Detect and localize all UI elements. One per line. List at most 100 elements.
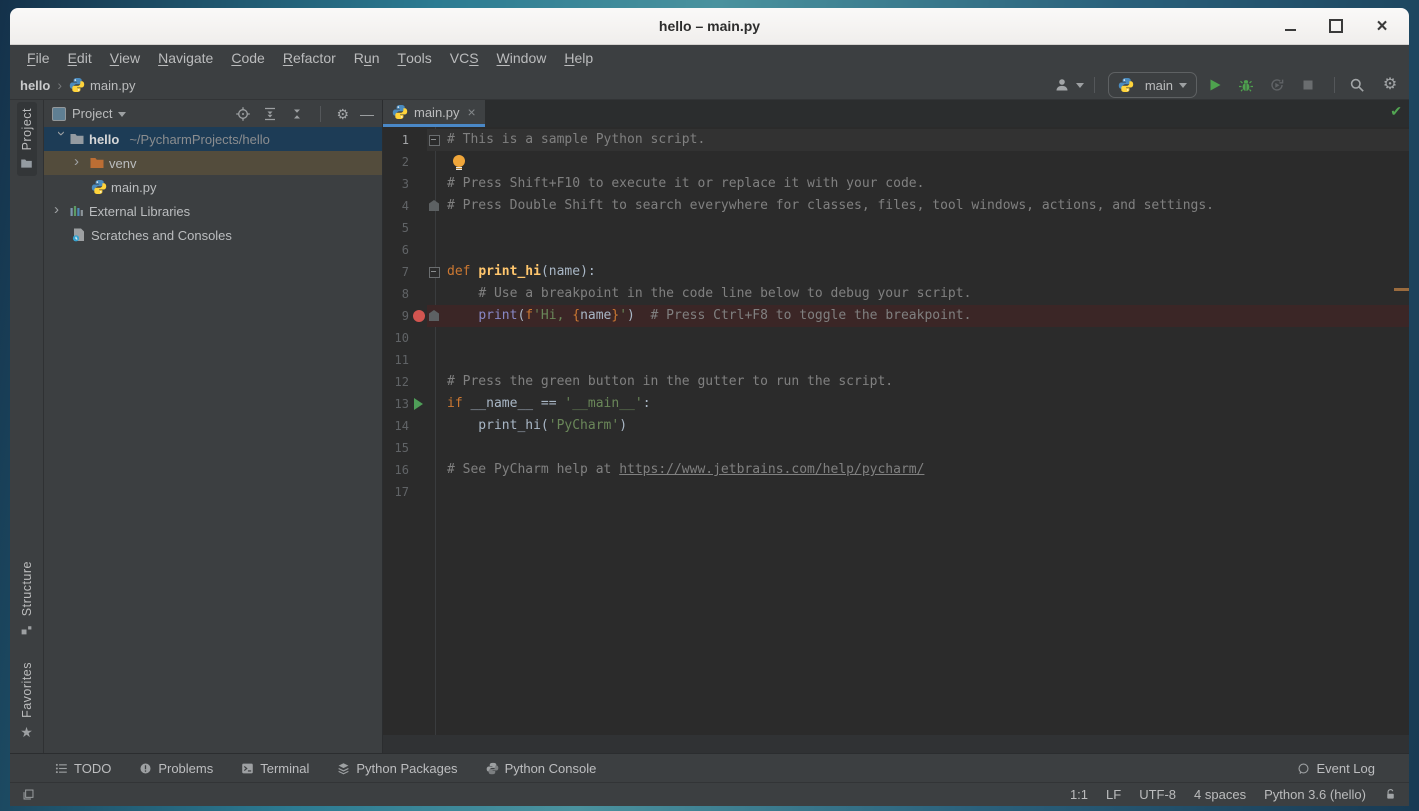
- menu-navigate[interactable]: Navigate: [149, 45, 222, 71]
- gutter-mark-column[interactable]: [409, 393, 427, 415]
- tool-button-structure[interactable]: Structure: [17, 555, 37, 642]
- caret-position-widget[interactable]: 1:1: [1070, 787, 1088, 802]
- gutter-mark-column[interactable]: [409, 151, 427, 173]
- minimize-button[interactable]: [1279, 15, 1301, 37]
- tool-window-panes-icon[interactable]: [22, 788, 35, 801]
- code-line-11[interactable]: 11: [383, 349, 1409, 371]
- gutter-mark-column[interactable]: [409, 217, 427, 239]
- tree-item-external-libraries[interactable]: External Libraries: [44, 199, 382, 223]
- fold-column[interactable]: [427, 415, 443, 437]
- fold-column[interactable]: [427, 481, 443, 503]
- gear-icon[interactable]: ⚙: [336, 107, 349, 121]
- search-everywhere-button[interactable]: [1348, 74, 1370, 96]
- code-line-17[interactable]: 17: [383, 481, 1409, 503]
- menu-edit[interactable]: Edit: [59, 45, 101, 71]
- tool-button-python-packages[interactable]: Python Packages: [337, 761, 457, 776]
- tool-button-problems[interactable]: Problems: [139, 761, 213, 776]
- fold-column[interactable]: [427, 283, 443, 305]
- breadcrumb-project[interactable]: hello: [20, 78, 50, 93]
- code-line-15[interactable]: 15: [383, 437, 1409, 459]
- fold-column[interactable]: [427, 239, 443, 261]
- menu-tools[interactable]: Tools: [389, 45, 441, 71]
- gutter-mark-column[interactable]: [409, 371, 427, 393]
- chevron-down-icon[interactable]: [50, 131, 65, 147]
- menu-help[interactable]: Help: [555, 45, 602, 71]
- code-line-9[interactable]: 9 print(f'Hi, {name}') # Press Ctrl+F8 t…: [383, 305, 1409, 327]
- settings-button[interactable]: ⚙: [1379, 74, 1401, 96]
- fold-column[interactable]: [427, 129, 443, 151]
- tree-item-main-py[interactable]: main.py: [44, 175, 382, 199]
- intention-bulb-icon[interactable]: [453, 155, 465, 170]
- gutter-mark-column[interactable]: [409, 305, 427, 327]
- code-line-10[interactable]: 10: [383, 327, 1409, 349]
- fold-column[interactable]: [427, 217, 443, 239]
- gutter-mark-column[interactable]: [409, 173, 427, 195]
- tool-button-favorites[interactable]: Favorites ★: [17, 656, 37, 745]
- code-line-6[interactable]: 6: [383, 239, 1409, 261]
- code-line-8[interactable]: 8 # Use a breakpoint in the code line be…: [383, 283, 1409, 305]
- tree-item-hello[interactable]: hello ~/PycharmProjects/hello: [44, 127, 382, 151]
- code-area[interactable]: 1# This is a sample Python script.23# Pr…: [383, 127, 1409, 735]
- maximize-button[interactable]: [1325, 15, 1347, 37]
- fold-column[interactable]: [427, 349, 443, 371]
- code-line-1[interactable]: 1# This is a sample Python script.: [383, 129, 1409, 151]
- inspections-ok-icon[interactable]: ✔: [1390, 103, 1402, 120]
- code-line-4[interactable]: 4# Press Double Shift to search everywhe…: [383, 195, 1409, 217]
- fold-column[interactable]: [427, 437, 443, 459]
- run-line-icon[interactable]: [414, 398, 423, 410]
- gutter-mark-column[interactable]: [409, 239, 427, 261]
- code-line-2[interactable]: 2: [383, 151, 1409, 173]
- code-line-3[interactable]: 3# Press Shift+F10 to execute it or repl…: [383, 173, 1409, 195]
- error-stripe-mark[interactable]: [1394, 288, 1409, 291]
- menu-file[interactable]: File: [18, 45, 59, 71]
- locate-file-icon[interactable]: [235, 106, 251, 122]
- fold-collapse-icon[interactable]: [429, 267, 440, 278]
- encoding-widget[interactable]: UTF-8: [1139, 787, 1176, 802]
- interpreter-widget[interactable]: Python 3.6 (hello): [1264, 787, 1366, 802]
- event-log-button[interactable]: Event Log: [1297, 761, 1375, 776]
- user-profile-button[interactable]: [1059, 74, 1081, 96]
- tree-item-venv[interactable]: venv: [44, 151, 382, 175]
- tab-close-icon[interactable]: ×: [468, 104, 476, 120]
- menu-refactor[interactable]: Refactor: [274, 45, 345, 71]
- chevron-right-icon[interactable]: [70, 155, 85, 171]
- code-line-16[interactable]: 16# See PyCharm help at https://www.jetb…: [383, 459, 1409, 481]
- menu-run[interactable]: Run: [345, 45, 389, 71]
- gutter-mark-column[interactable]: [409, 195, 427, 217]
- tool-button-project[interactable]: Project: [17, 102, 37, 176]
- fold-column[interactable]: [427, 393, 443, 415]
- fold-column[interactable]: [427, 261, 443, 283]
- menu-window[interactable]: Window: [488, 45, 556, 71]
- rerun-coverage-button-disabled[interactable]: [1268, 74, 1290, 96]
- fold-column[interactable]: [427, 327, 443, 349]
- horizontal-scrollbar[interactable]: [383, 735, 1409, 753]
- breakpoint-icon[interactable]: [413, 310, 425, 322]
- close-button[interactable]: ×: [1371, 15, 1393, 37]
- unlocked-icon[interactable]: [1384, 788, 1397, 801]
- debug-button[interactable]: [1237, 74, 1259, 96]
- collapse-all-icon[interactable]: [289, 106, 305, 122]
- fold-column[interactable]: [427, 305, 443, 327]
- breadcrumb-file[interactable]: main.py: [90, 78, 136, 93]
- code-line-13[interactable]: 13if __name__ == '__main__':: [383, 393, 1409, 415]
- fold-collapse-icon[interactable]: [429, 135, 440, 146]
- title-bar[interactable]: hello – main.py ×: [10, 8, 1409, 45]
- gutter-mark-column[interactable]: [409, 129, 427, 151]
- fold-end-icon[interactable]: [429, 200, 439, 211]
- gutter-mark-column[interactable]: [409, 283, 427, 305]
- chevron-down-icon[interactable]: [118, 112, 126, 121]
- code-line-7[interactable]: 7def print_hi(name):: [383, 261, 1409, 283]
- chevron-right-icon[interactable]: [50, 203, 65, 219]
- code-line-12[interactable]: 12# Press the green button in the gutter…: [383, 371, 1409, 393]
- tree-item-scratches[interactable]: Scratches and Consoles: [44, 223, 382, 247]
- gutter-mark-column[interactable]: [409, 415, 427, 437]
- code-line-14[interactable]: 14 print_hi('PyCharm'): [383, 415, 1409, 437]
- tool-button-todo[interactable]: TODO: [55, 761, 111, 776]
- code-line-5[interactable]: 5: [383, 217, 1409, 239]
- tool-button-python-console[interactable]: Python Console: [486, 761, 597, 776]
- menu-code[interactable]: Code: [222, 45, 273, 71]
- menu-view[interactable]: View: [101, 45, 149, 71]
- fold-column[interactable]: [427, 151, 443, 173]
- gutter-mark-column[interactable]: [409, 481, 427, 503]
- gutter-mark-column[interactable]: [409, 261, 427, 283]
